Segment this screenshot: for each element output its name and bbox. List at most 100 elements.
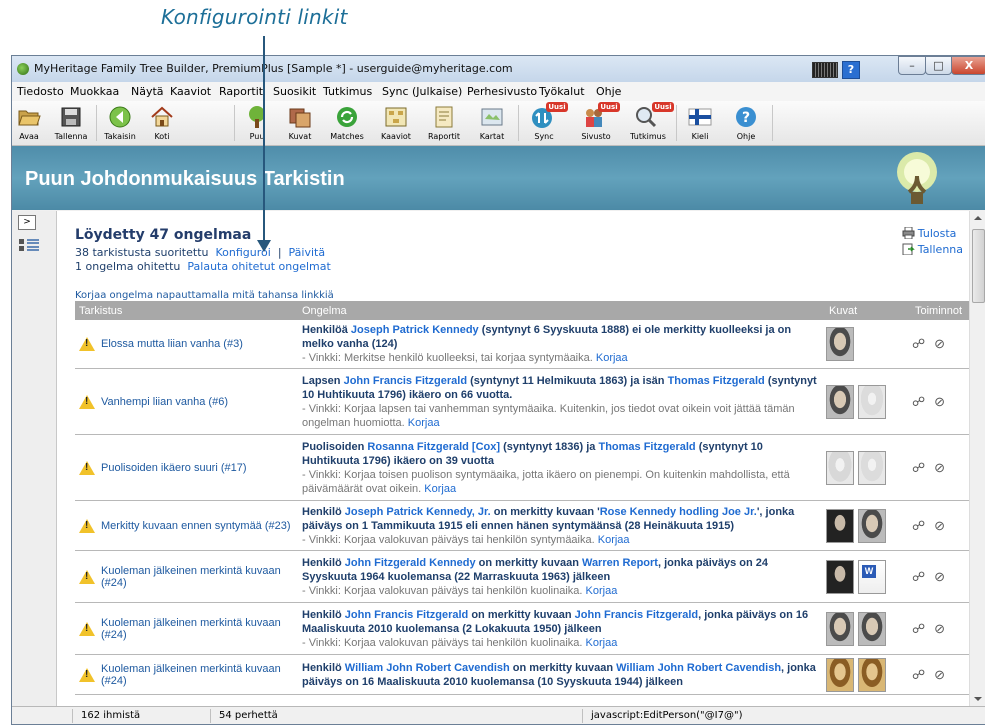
person-link[interactable]: John Francis Fitzgerald	[344, 375, 467, 387]
toolbar-maps-button[interactable]: Kartat	[470, 101, 514, 145]
menu-kaaviot[interactable]: Kaaviot	[170, 85, 211, 98]
menu-nayta[interactable]: Näytä	[131, 85, 164, 98]
ignore-icon[interactable]: ⊘	[934, 569, 945, 585]
fix-link[interactable]: Korjaa	[586, 637, 618, 649]
person-photo-thumbnail[interactable]	[826, 384, 854, 419]
menu-raportit[interactable]: Raportit	[219, 85, 263, 98]
toolbar-reports-button[interactable]: Raportit	[420, 101, 468, 145]
wrench-icon[interactable]: ☍	[912, 460, 925, 476]
ignore-icon[interactable]: ⊘	[934, 460, 945, 476]
person-photo-thumbnail[interactable]	[826, 508, 854, 543]
person-photo-thumbnail[interactable]	[858, 657, 886, 692]
menu-tutkimus[interactable]: Tutkimus	[323, 85, 372, 98]
person-photo-thumbnail[interactable]	[858, 559, 886, 594]
person-link[interactable]: William John Robert Cavendish	[345, 662, 510, 674]
wrench-icon[interactable]: ☍	[912, 336, 925, 352]
check-name-link[interactable]: Kuoleman jälkeinen merkintä kuvaan (#24)	[101, 565, 297, 589]
check-name-link[interactable]: Elossa mutta liian vanha (#3)	[101, 338, 243, 350]
menu-tiedosto[interactable]: Tiedosto	[17, 85, 64, 98]
person-link[interactable]: Thomas Fitzgerald	[668, 375, 765, 387]
scroll-thumb[interactable]	[972, 229, 985, 303]
fix-link[interactable]: Korjaa	[424, 483, 456, 495]
menu-muokkaa[interactable]: Muokkaa	[70, 85, 119, 98]
check-name-link[interactable]: Vanhempi liian vanha (#6)	[101, 396, 228, 408]
menu-sync[interactable]: Sync (Julkaise)	[382, 85, 462, 98]
wrench-icon[interactable]: ☍	[912, 518, 925, 534]
wrench-icon[interactable]: ☍	[912, 667, 925, 683]
save-link[interactable]: Tallenna	[902, 243, 963, 256]
person-photo-thumbnail[interactable]	[826, 657, 854, 692]
scroll-up-arrow[interactable]	[974, 216, 982, 220]
person-link[interactable]: John Francis Fitzgerald	[575, 609, 698, 621]
toolbar-home-button[interactable]: Koti	[142, 101, 182, 145]
toolbar-language-button[interactable]: Kieli	[678, 101, 722, 145]
reports-icon	[435, 106, 453, 128]
toolbar-separator	[96, 105, 97, 141]
toolbar-help-button[interactable]: ? Ohje	[724, 101, 768, 145]
actions-cell: ☍ ⊘	[911, 320, 969, 369]
restore-ignored-link[interactable]: Palauta ohitetut ongelmat	[187, 260, 330, 273]
person-link[interactable]: Joseph Patrick Kennedy, Jr.	[345, 506, 491, 518]
check-name-link[interactable]: Puolisoiden ikäero suuri (#17)	[101, 462, 247, 474]
person-photo-thumbnail[interactable]	[826, 611, 854, 646]
fix-link[interactable]: Korjaa	[596, 352, 628, 364]
refresh-link[interactable]: Päivitä	[289, 246, 326, 259]
menu-perhesivusto[interactable]: Perhesivusto	[467, 85, 537, 98]
toolbar-open-button[interactable]: Avaa	[12, 101, 46, 145]
scroll-down-arrow[interactable]	[974, 697, 982, 701]
help-icon[interactable]: ?	[842, 61, 860, 79]
fix-link[interactable]: Korjaa	[586, 585, 618, 597]
check-name-link[interactable]: Kuoleman jälkeinen merkintä kuvaan (#24)	[101, 663, 297, 687]
toolbar-matches-button[interactable]: Matches	[322, 101, 372, 145]
ignore-icon[interactable]: ⊘	[934, 394, 945, 410]
person-link[interactable]: Warren Report	[582, 557, 658, 569]
ignore-icon[interactable]: ⊘	[934, 518, 945, 534]
tree-icon	[249, 106, 265, 128]
person-photo-thumbnail[interactable]	[858, 508, 886, 543]
toolbar-save-button[interactable]: Tallenna	[48, 101, 94, 145]
problem-text: on merkitty kuvaan	[475, 556, 582, 569]
wrench-icon[interactable]: ☍	[912, 394, 925, 410]
menu-ohje[interactable]: Ohje	[596, 85, 621, 98]
vertical-scrollbar[interactable]	[969, 211, 985, 706]
photos-icon	[289, 108, 311, 128]
person-link[interactable]: Rosanna Fitzgerald [Cox]	[367, 441, 500, 453]
list-view-icon[interactable]	[18, 235, 42, 255]
ignore-icon[interactable]: ⊘	[934, 667, 945, 683]
person-photo-thumbnail[interactable]	[826, 559, 854, 594]
person-link[interactable]: Joseph Patrick Kennedy	[351, 324, 479, 336]
person-link[interactable]: William John Robert Cavendish	[616, 662, 781, 674]
person-photo-thumbnail[interactable]	[858, 384, 886, 419]
fix-link[interactable]: Korjaa	[408, 417, 440, 429]
check-name-link[interactable]: Merkitty kuvaan ennen syntymää (#23)	[101, 520, 291, 532]
toolbar-photos-button[interactable]: Kuvat	[280, 101, 320, 145]
menu-suosikit[interactable]: Suosikit	[273, 85, 316, 98]
person-photo-thumbnail[interactable]	[826, 327, 854, 361]
person-photo-thumbnail[interactable]	[826, 450, 854, 485]
ignore-icon[interactable]: ⊘	[934, 621, 945, 637]
person-link[interactable]: Thomas Fitzgerald	[598, 441, 695, 453]
close-button[interactable]: X	[951, 56, 985, 75]
wrench-icon[interactable]: ☍	[912, 569, 925, 585]
print-link[interactable]: Tulosta	[902, 227, 963, 240]
maximize-button[interactable]: □	[925, 56, 952, 75]
keyboard-icon[interactable]	[812, 62, 838, 78]
person-link[interactable]: John Fitzgerald Kennedy	[345, 557, 476, 569]
check-name-link[interactable]: Kuoleman jälkeinen merkintä kuvaan (#24)	[101, 617, 297, 641]
toolbar-sync-button[interactable]: Uusi Sync	[520, 101, 568, 145]
toolbar-site-button[interactable]: Uusi Sivusto	[572, 101, 620, 145]
person-link[interactable]: John Francis Fitzgerald	[345, 609, 468, 621]
toolbar-charts-button[interactable]: Kaaviot	[374, 101, 418, 145]
menu-tyokalut[interactable]: Työkalut	[539, 85, 585, 98]
person-photo-thumbnail[interactable]	[858, 450, 886, 485]
person-photo-thumbnail[interactable]	[858, 611, 886, 646]
wrench-icon[interactable]: ☍	[912, 621, 925, 637]
minimize-button[interactable]: –	[898, 56, 926, 75]
toolbar-research-button[interactable]: Uusi Tutkimus	[622, 101, 674, 145]
person-link[interactable]: Rose Kennedy hodling Joe Jr.	[600, 506, 757, 518]
toolbar-tree-button[interactable]: Puu	[236, 101, 278, 145]
panel-expand-button[interactable]: >	[18, 215, 36, 230]
toolbar-back-button[interactable]: Takaisin	[98, 101, 142, 145]
fix-link[interactable]: Korjaa	[598, 534, 630, 546]
ignore-icon[interactable]: ⊘	[934, 336, 945, 352]
